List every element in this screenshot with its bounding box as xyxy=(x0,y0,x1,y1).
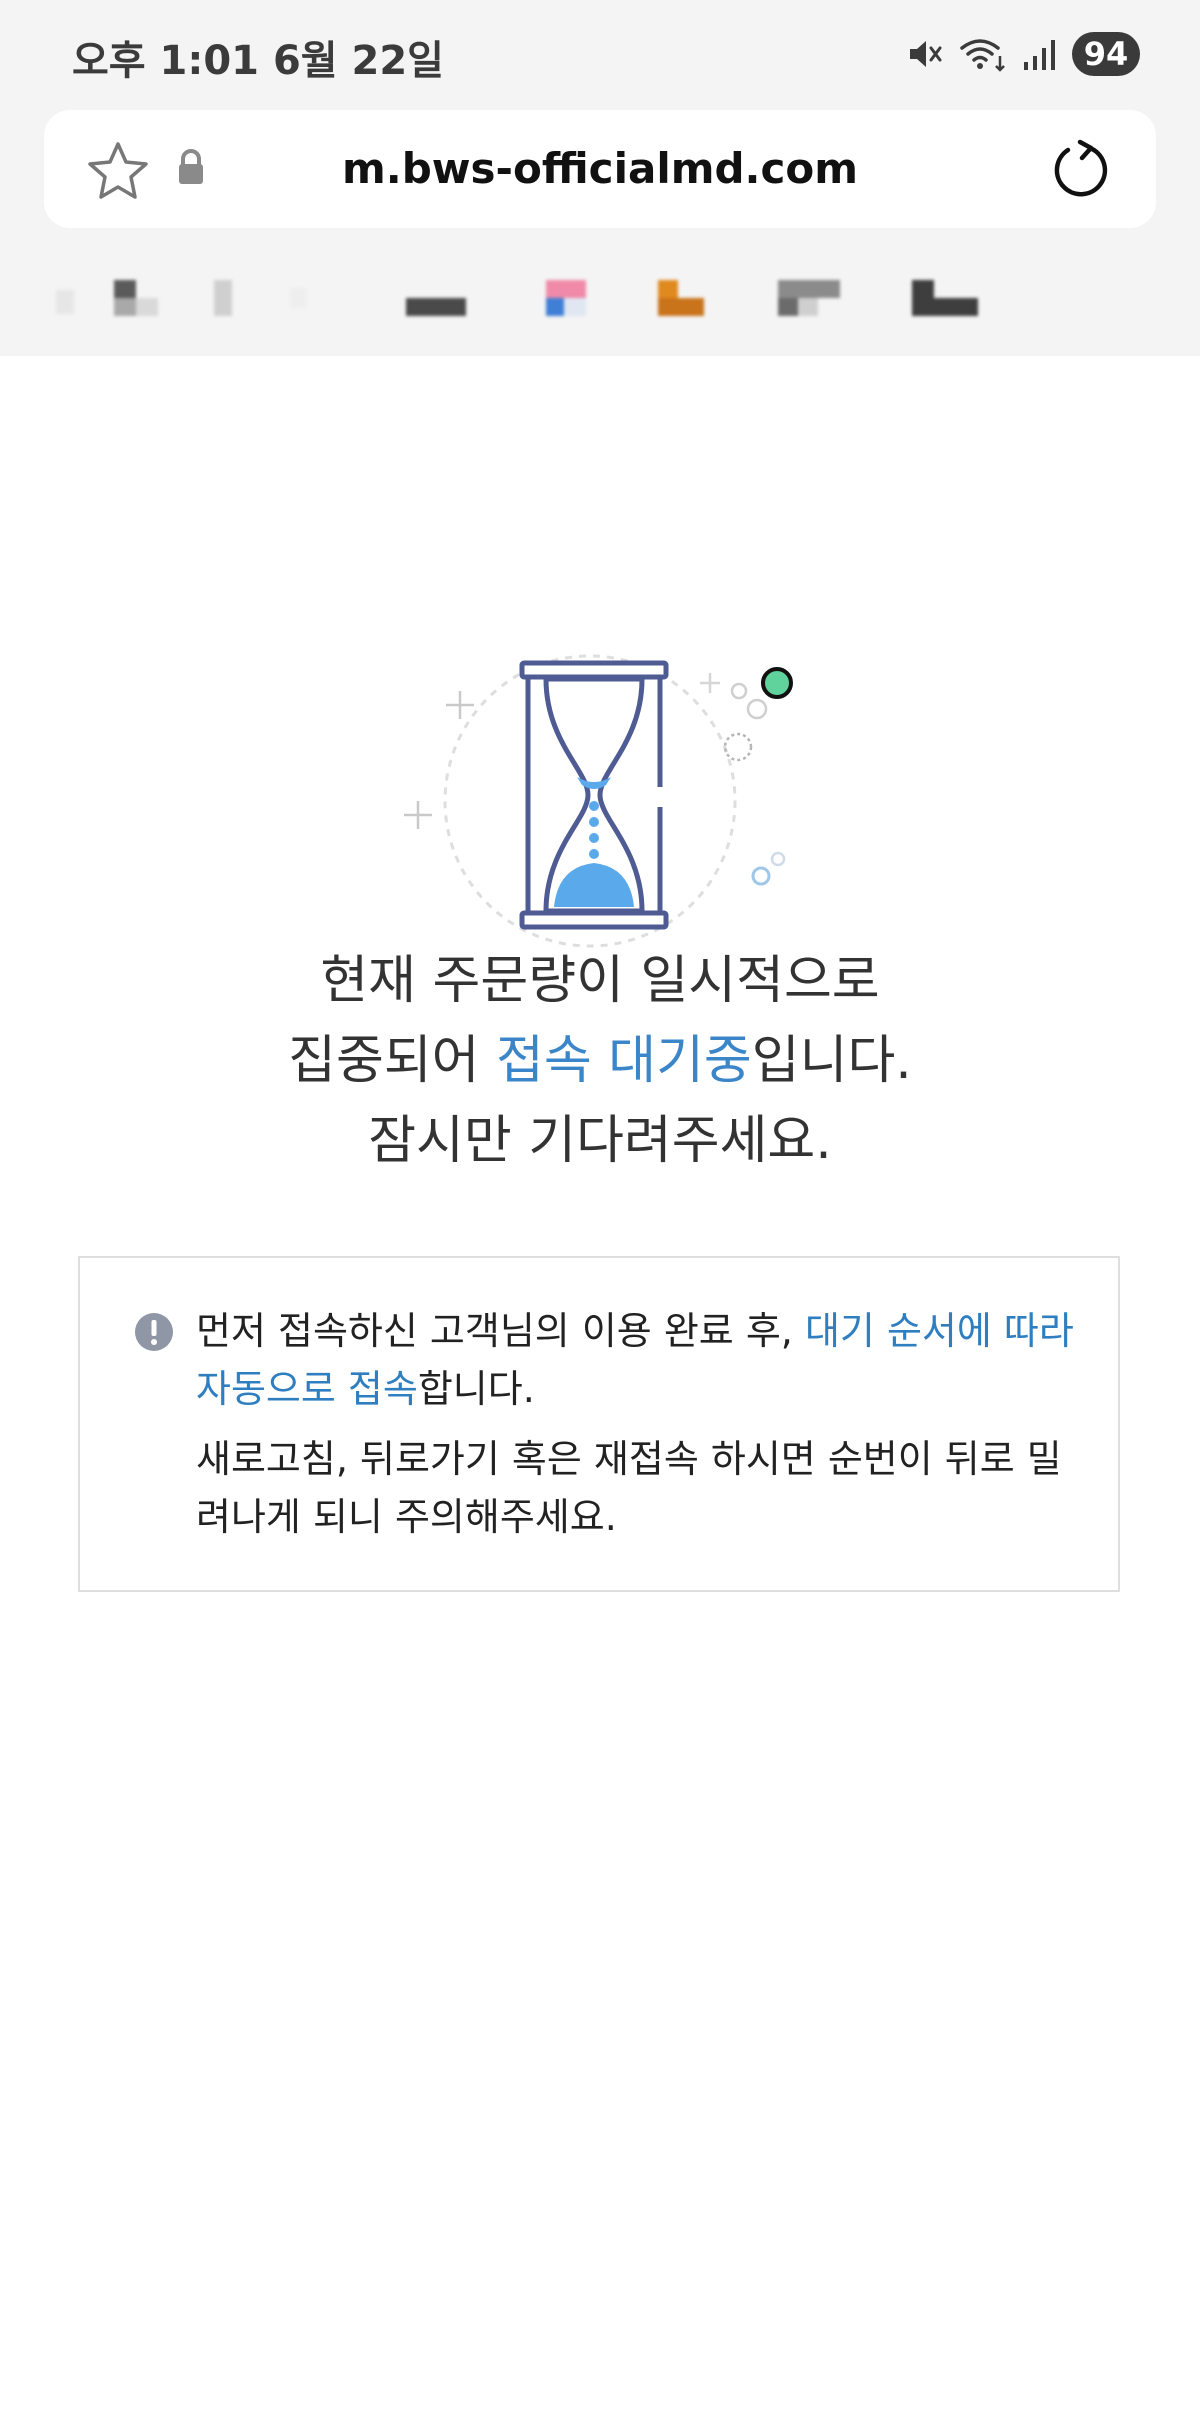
bookmark-thumbnail[interactable] xyxy=(658,280,708,324)
wifi-icon xyxy=(958,34,1008,74)
waiting-page: 현재 주문량이 일시적으로 집중되어 접속 대기중입니다. 잠시만 기다려주세요… xyxy=(0,356,1200,2425)
notice-paragraph-1: 먼저 접속하신 고객님의 이용 완료 후, 대기 순서에 따라 자동으로 접속합… xyxy=(196,1302,1078,1418)
address-bar[interactable]: m.bws-officialmd.com xyxy=(44,110,1156,228)
bookmark-thumbnail[interactable] xyxy=(406,280,470,324)
battery-indicator: 94 xyxy=(1072,32,1140,76)
bookmark-thumbnail[interactable] xyxy=(210,280,320,324)
headline-line-2: 집중되어 접속 대기중입니다. xyxy=(150,1021,1050,1101)
exclamation-icon xyxy=(134,1312,174,1356)
headline-line-2-suffix: 입니다. xyxy=(751,1031,912,1091)
mute-icon xyxy=(904,34,944,74)
star-icon[interactable] xyxy=(86,140,150,206)
headline-line-1: 현재 주문량이 일시적으로 xyxy=(320,951,880,1011)
status-icons: 94 xyxy=(904,30,1140,78)
browser-chrome: 오후 1:01 6월 22일 94 m.bws-officialmd.com xyxy=(0,0,1200,356)
notice-p1-suffix: 합니다. xyxy=(417,1367,535,1411)
bookmark-thumbnail[interactable] xyxy=(546,280,590,324)
headline-line-2-text: 집중되어 xyxy=(288,1031,497,1091)
url-text[interactable]: m.bws-officialmd.com xyxy=(244,110,956,228)
bookmarks-bar xyxy=(0,270,1200,330)
bookmark-thumbnail[interactable] xyxy=(912,280,982,324)
status-time: 오후 1:01 6월 22일 xyxy=(72,38,444,84)
headline-highlight: 접속 대기중 xyxy=(496,1031,752,1091)
notice-box: 먼저 접속하신 고객님의 이용 완료 후, 대기 순서에 따라 자동으로 접속합… xyxy=(78,1256,1120,1592)
bookmark-thumbnail[interactable] xyxy=(778,280,844,324)
lock-icon xyxy=(176,148,206,192)
signal-icon xyxy=(1022,34,1058,74)
notice-paragraph-2: 새로고침, 뒤로가기 혹은 재접속 하시면 순번이 뒤로 밀려나게 되니 주의해… xyxy=(196,1437,1062,1539)
notice-p1-text: 먼저 접속하신 고객님의 이용 완료 후, xyxy=(196,1309,805,1353)
reload-icon[interactable] xyxy=(1048,136,1114,206)
notice-text: 먼저 접속하신 고객님의 이용 완료 후, 대기 순서에 따라 자동으로 접속합… xyxy=(196,1302,1078,1546)
status-bar: 오후 1:01 6월 22일 94 xyxy=(0,0,1200,108)
waiting-headline: 현재 주문량이 일시적으로 집중되어 접속 대기중입니다. 잠시만 기다려주세요… xyxy=(150,941,1050,1181)
headline-line-3: 잠시만 기다려주세요. xyxy=(368,1111,832,1171)
bookmark-thumbnail[interactable] xyxy=(56,280,166,324)
